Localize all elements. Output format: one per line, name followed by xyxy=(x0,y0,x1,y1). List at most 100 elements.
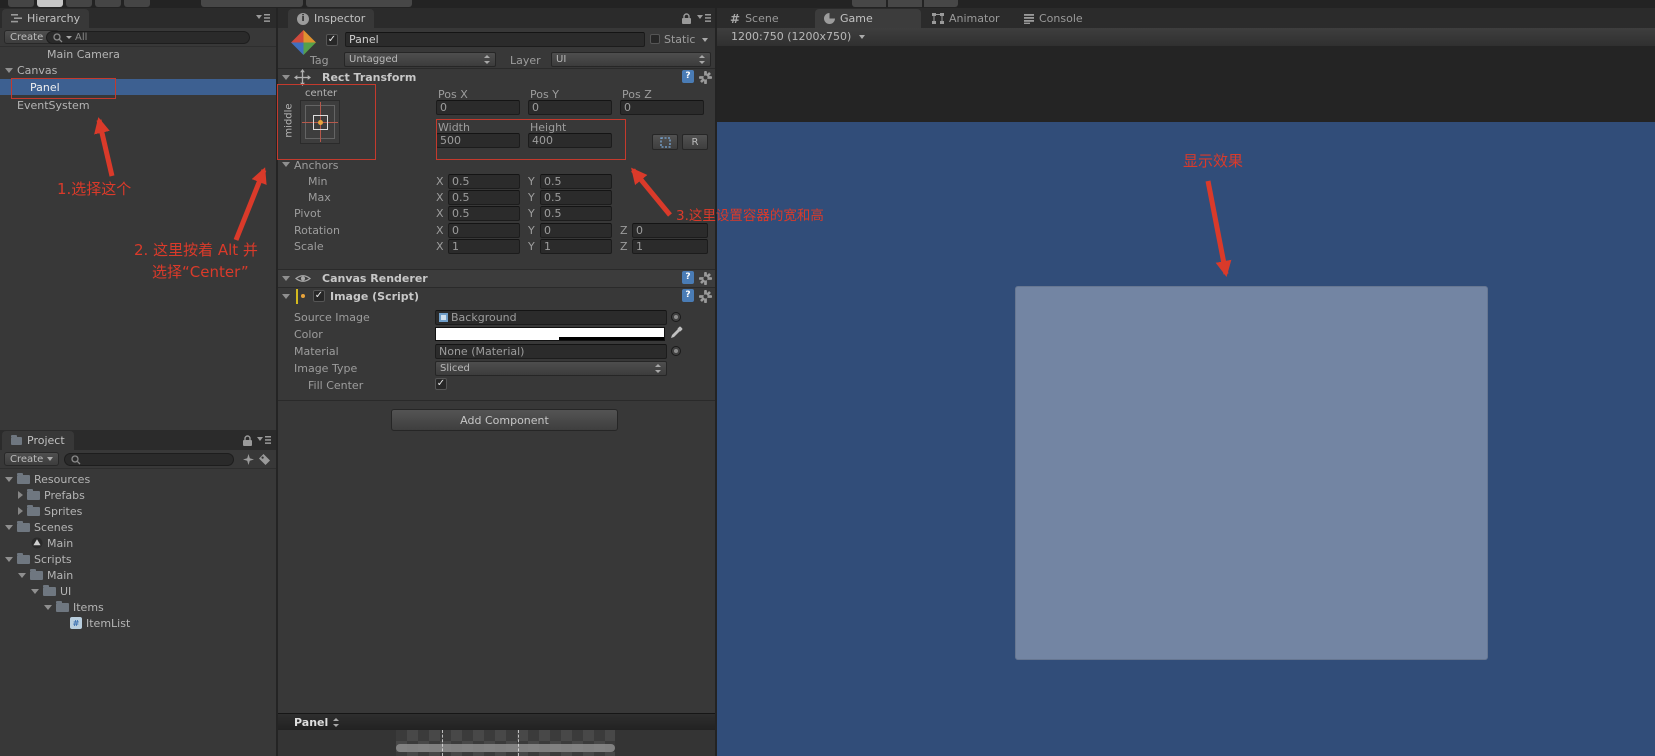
object-picker-icon[interactable] xyxy=(671,346,681,356)
project-item-items[interactable]: Items xyxy=(0,599,276,615)
image-enabled-checkbox[interactable] xyxy=(313,290,325,302)
foldout-closed-icon[interactable] xyxy=(18,507,23,515)
canvas-renderer-header[interactable]: Canvas Renderer xyxy=(278,269,715,287)
project-item-ui[interactable]: UI xyxy=(0,583,276,599)
pos-z-input[interactable]: 0 xyxy=(620,100,704,115)
anchors-max-y-input[interactable]: 0.5 xyxy=(540,190,612,205)
rect-tool-button[interactable] xyxy=(124,0,150,7)
tab-game[interactable]: Game xyxy=(815,9,921,28)
tab-project[interactable]: Project xyxy=(2,431,74,450)
project-item-main-scene[interactable]: Main xyxy=(0,535,276,551)
foldout-open-icon[interactable] xyxy=(18,572,26,578)
rotation-y-input[interactable]: 0 xyxy=(540,223,612,238)
tab-inspector[interactable]: Inspector xyxy=(288,9,375,28)
gear-icon[interactable] xyxy=(699,71,712,84)
favorites-icon[interactable] xyxy=(243,454,254,465)
project-item-sprites[interactable]: Sprites xyxy=(0,503,276,519)
anchors-min-x-input[interactable]: 0.5 xyxy=(448,174,520,189)
search-input[interactable] xyxy=(64,453,234,466)
add-component-button[interactable]: Add Component xyxy=(391,409,618,431)
foldout-open-icon[interactable] xyxy=(5,476,13,482)
image-type-dropdown[interactable]: Sliced xyxy=(435,361,667,376)
project-item-scripts-main[interactable]: Main xyxy=(0,567,276,583)
scale-y-input[interactable]: 1 xyxy=(540,239,612,254)
search-input[interactable]: All xyxy=(46,31,250,44)
color-swatch[interactable] xyxy=(435,327,665,341)
foldout-open-icon[interactable] xyxy=(282,294,290,299)
project-item-resources[interactable]: Resources xyxy=(0,471,276,487)
lock-icon[interactable] xyxy=(243,435,252,446)
layer-dropdown[interactable]: UI xyxy=(551,52,711,67)
rotation-z-input[interactable]: 0 xyxy=(632,223,708,238)
pivot-center-button[interactable] xyxy=(201,0,303,7)
anchors-min-y-input[interactable]: 0.5 xyxy=(540,174,612,189)
project-item-scripts[interactable]: Scripts xyxy=(0,551,276,567)
foldout-open-icon[interactable] xyxy=(5,524,13,530)
source-image-object-field[interactable]: Background xyxy=(435,310,667,325)
tab-console[interactable]: Console xyxy=(1015,9,1092,28)
tab-animator[interactable]: Animator xyxy=(923,9,1009,28)
panel-menu-icon[interactable] xyxy=(697,14,711,23)
play-button[interactable] xyxy=(852,0,886,7)
labels-icon[interactable] xyxy=(259,454,270,465)
object-picker-icon[interactable] xyxy=(671,312,681,322)
move-tool-button[interactable] xyxy=(37,0,63,7)
hierarchy-item-canvas[interactable]: Canvas xyxy=(0,62,276,78)
height-input[interactable]: 400 xyxy=(528,133,612,148)
tab-scene[interactable]: Scene xyxy=(721,9,788,28)
pivot-x-input[interactable]: 0.5 xyxy=(448,206,520,221)
hierarchy-item-eventsystem[interactable]: EventSystem xyxy=(0,97,276,113)
pivot-local-button[interactable] xyxy=(306,0,412,7)
panel-menu-icon[interactable] xyxy=(256,14,270,23)
help-icon[interactable] xyxy=(682,271,694,284)
pos-y-input[interactable]: 0 xyxy=(528,100,612,115)
active-checkbox[interactable] xyxy=(326,34,338,46)
hierarchy-item-main-camera[interactable]: Main Camera xyxy=(0,46,276,62)
material-object-field[interactable]: None (Material) xyxy=(435,344,667,359)
foldout-open-icon[interactable] xyxy=(31,588,39,594)
hierarchy-item-panel[interactable]: Panel xyxy=(0,79,276,95)
scale-tool-button[interactable] xyxy=(95,0,121,7)
fill-center-checkbox[interactable] xyxy=(435,378,447,390)
aspect-dropdown[interactable]: 1200:750 (1200x750) xyxy=(731,30,866,43)
project-item-scenes[interactable]: Scenes xyxy=(0,519,276,535)
pause-button[interactable] xyxy=(888,0,922,7)
lock-icon[interactable] xyxy=(682,13,691,24)
raw-edit-mode-button[interactable]: R xyxy=(682,134,708,150)
help-icon[interactable] xyxy=(682,289,694,302)
scale-z-input[interactable]: 1 xyxy=(632,239,708,254)
foldout-open-icon[interactable] xyxy=(282,276,290,281)
create-button[interactable]: Create xyxy=(4,452,60,466)
rotation-x-input[interactable]: 0 xyxy=(448,223,520,238)
foldout-closed-icon[interactable] xyxy=(18,491,23,499)
static-checkbox[interactable] xyxy=(650,34,660,44)
foldout-open-icon[interactable] xyxy=(5,67,13,73)
tab-hierarchy[interactable]: Hierarchy xyxy=(2,9,90,28)
width-input[interactable]: 500 xyxy=(436,133,520,148)
foldout-open-icon[interactable] xyxy=(282,75,290,80)
static-chevron-icon[interactable] xyxy=(702,38,708,42)
blueprint-mode-button[interactable] xyxy=(652,134,678,150)
step-button[interactable] xyxy=(924,0,958,7)
pivot-y-input[interactable]: 0.5 xyxy=(540,206,612,221)
eyedropper-icon[interactable] xyxy=(670,326,683,339)
rect-transform-header[interactable]: Rect Transform xyxy=(278,68,715,86)
anchors-foldout-icon[interactable] xyxy=(282,162,290,167)
gameobject-name-input[interactable]: Panel xyxy=(345,32,645,47)
anchors-max-x-input[interactable]: 0.5 xyxy=(448,190,520,205)
preview-header[interactable]: Panel xyxy=(278,713,715,730)
hand-tool-button[interactable] xyxy=(8,0,34,7)
image-component-header[interactable]: Image (Script) xyxy=(278,287,715,305)
rotate-tool-button[interactable] xyxy=(66,0,92,7)
help-icon[interactable] xyxy=(682,70,694,83)
project-item-itemlist[interactable]: # ItemList xyxy=(0,615,276,631)
project-item-prefabs[interactable]: Prefabs xyxy=(0,487,276,503)
gear-icon[interactable] xyxy=(699,272,712,285)
pos-x-input[interactable]: 0 xyxy=(436,100,520,115)
foldout-open-icon[interactable] xyxy=(44,604,52,610)
scale-x-input[interactable]: 1 xyxy=(448,239,520,254)
anchor-preset-button[interactable] xyxy=(300,100,340,144)
gear-icon[interactable] xyxy=(699,290,712,303)
panel-menu-icon[interactable] xyxy=(257,436,271,445)
tag-dropdown[interactable]: Untagged xyxy=(344,52,496,67)
